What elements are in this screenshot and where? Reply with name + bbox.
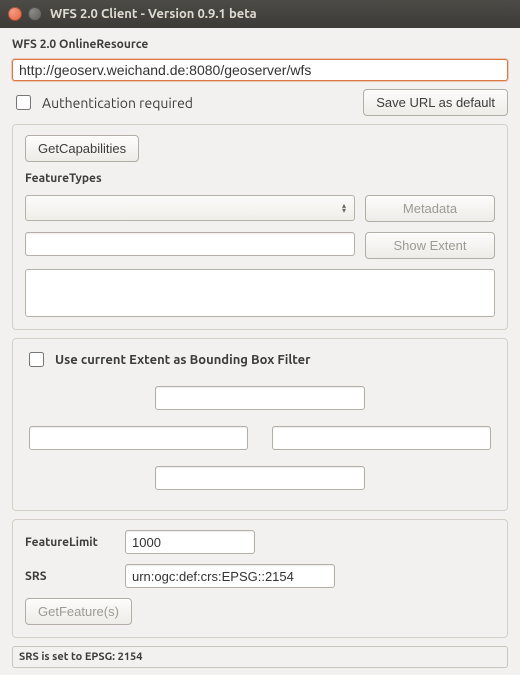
bbox-frame: Use current Extent as Bounding Box Filte… [12, 338, 508, 511]
get-features-button[interactable]: GetFeature(s) [25, 598, 132, 625]
bbox-minx-input[interactable] [29, 426, 248, 450]
feature-type-abstract-box[interactable] [25, 269, 495, 317]
client-area: WFS 2.0 OnlineResource Authentication re… [0, 28, 520, 675]
auth-required-checkbox[interactable]: Authentication required [12, 92, 193, 113]
use-extent-checkbox[interactable]: Use current Extent as Bounding Box Filte… [25, 349, 495, 370]
app-window: WFS 2.0 Client - Version 0.9.1 beta WFS … [0, 0, 520, 675]
window-title: WFS 2.0 Client - Version 0.9.1 beta [50, 7, 257, 21]
show-extent-button[interactable]: Show Extent [365, 232, 495, 259]
auth-required-label: Authentication required [42, 95, 193, 111]
titlebar: WFS 2.0 Client - Version 0.9.1 beta [0, 0, 520, 28]
status-bar: SRS is set to EPSG: 2154 [12, 646, 508, 668]
feature-limit-input[interactable] [125, 530, 255, 554]
feature-types-label: FeatureTypes [25, 172, 495, 185]
request-frame: FeatureLimit SRS GetFeature(s) [12, 519, 508, 638]
bbox-maxx-input[interactable] [272, 426, 491, 450]
chevron-updown-icon: ▴▾ [342, 203, 346, 213]
bbox-maxy-input[interactable] [155, 386, 365, 410]
feature-type-name-input[interactable] [25, 232, 355, 256]
feature-type-select[interactable]: ▴▾ [25, 195, 355, 221]
minimize-icon[interactable] [28, 7, 42, 21]
use-extent-check[interactable] [29, 352, 44, 367]
online-resource-input[interactable] [12, 59, 508, 81]
metadata-button[interactable]: Metadata [365, 195, 495, 222]
srs-label: SRS [25, 570, 111, 583]
srs-input[interactable] [125, 564, 335, 588]
close-icon[interactable] [8, 7, 22, 21]
use-extent-label: Use current Extent as Bounding Box Filte… [55, 353, 311, 367]
auth-required-check[interactable] [16, 95, 31, 110]
feature-limit-label: FeatureLimit [25, 536, 111, 549]
auth-row: Authentication required Save URL as defa… [12, 89, 508, 116]
window-controls [8, 7, 42, 21]
save-url-default-button[interactable]: Save URL as default [363, 89, 508, 116]
get-capabilities-button[interactable]: GetCapabilities [25, 135, 139, 162]
bbox-miny-input[interactable] [155, 466, 365, 490]
online-resource-label: WFS 2.0 OnlineResource [12, 38, 508, 51]
feature-limit-row: FeatureLimit [25, 530, 495, 554]
capabilities-frame: GetCapabilities FeatureTypes ▴▾ Metadata… [12, 124, 508, 330]
bbox-grid [25, 382, 495, 498]
srs-row: SRS [25, 564, 495, 588]
